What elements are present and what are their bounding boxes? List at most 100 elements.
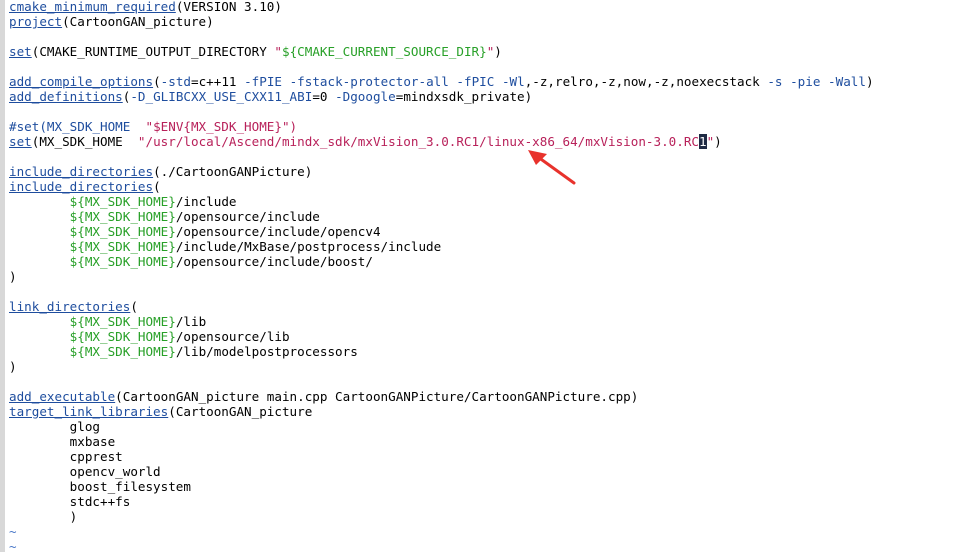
code-line[interactable]: ) [9, 509, 965, 524]
code-line[interactable]: ${MX_SDK_HOME}/opensource/include [9, 209, 965, 224]
code-line[interactable]: add_compile_options(-std=c++11 -fPIE -fs… [9, 74, 965, 89]
code-line[interactable]: opencv_world [9, 464, 965, 479]
vim-editor[interactable]: cmake_minimum_required(VERSION 3.10) proj… [0, 0, 965, 552]
code-text: /opensource/lib [175, 329, 290, 344]
code-text: boost_filesystem [9, 479, 191, 494]
code-line[interactable]: ${MX_SDK_HOME}/include/MxBase/postproces… [9, 239, 965, 254]
code-area[interactable]: cmake_minimum_required(VERSION 3.10) proj… [9, 0, 965, 552]
arrow-shaft [536, 155, 576, 185]
variable-ref: ${MX_SDK_HOME} [69, 314, 176, 329]
code-line[interactable] [9, 29, 965, 44]
code-line[interactable]: stdc++fs [9, 494, 965, 509]
code-line[interactable] [9, 104, 965, 119]
code-line[interactable]: ~ [9, 539, 965, 552]
code-line[interactable]: ${MX_SDK_HOME}/opensource/include/opencv… [9, 224, 965, 239]
code-text: (VERSION 3.10) [175, 0, 282, 14]
compile-option: -D_GLIBCXX_USE_CXX11_ABI [130, 89, 313, 104]
code-text: (CartoonGAN_picture main.cpp CartoonGANP… [115, 389, 639, 404]
code-text: =0 [312, 89, 336, 104]
string-literal: " [274, 44, 282, 59]
code-text: ( [153, 179, 161, 194]
variable-ref: ${MX_SDK_HOME} [69, 194, 176, 209]
code-line[interactable]: cmake_minimum_required(VERSION 3.10) [9, 0, 965, 14]
code-text: (CMAKE_RUNTIME_OUTPUT_DIRECTORY [31, 44, 275, 59]
code-line[interactable]: mxbase [9, 434, 965, 449]
code-text: glog [9, 419, 100, 434]
code-text: /lib [175, 314, 207, 329]
variable-ref: ${MX_SDK_HOME} [69, 254, 176, 269]
string-literal: "/usr/local/Ascend/mindx_sdk/mxVision_3.… [137, 134, 699, 149]
code-line[interactable]: boost_filesystem [9, 479, 965, 494]
compile-option: -Dgoogle [335, 89, 396, 104]
editor-gutter [0, 0, 5, 552]
compile-option: -Wall [828, 74, 866, 89]
code-line[interactable]: ${MX_SDK_HOME}/lib/modelpostprocessors [9, 344, 965, 359]
code-line[interactable]: set(CMAKE_RUNTIME_OUTPUT_DIRECTORY "${CM… [9, 44, 965, 59]
cmake-command: add_compile_options [9, 74, 154, 89]
code-line[interactable]: link_directories( [9, 299, 965, 314]
code-text: (./CartoonGANPicture) [153, 164, 313, 179]
code-line[interactable]: cpprest [9, 449, 965, 464]
code-line[interactable] [9, 59, 965, 74]
code-text: /include/MxBase/postprocess/include [175, 239, 442, 254]
code-line[interactable]: project(CartoonGAN_picture) [9, 14, 965, 29]
variable-ref: ${MX_SDK_HOME} [69, 329, 176, 344]
code-line[interactable]: #set(MX_SDK_HOME "$ENV{MX_SDK_HOME}") [9, 119, 965, 134]
code-text: cpprest [9, 449, 123, 464]
empty-line-marker: ~ [9, 539, 17, 552]
code-line[interactable]: ${MX_SDK_HOME}/opensource/lib [9, 329, 965, 344]
compile-option: -fPIC [456, 74, 495, 89]
code-line[interactable]: target_link_libraries(CartoonGAN_picture [9, 404, 965, 419]
code-line[interactable]: ~ [9, 524, 965, 539]
code-line[interactable]: add_executable(CartoonGAN_picture main.c… [9, 389, 965, 404]
compile-option: -std [160, 74, 191, 89]
code-line[interactable]: ) [9, 269, 965, 284]
variable-ref: ${MX_SDK_HOME} [69, 344, 176, 359]
code-line[interactable]: ${MX_SDK_HOME}/include [9, 194, 965, 209]
compile-option: -pie [790, 74, 821, 89]
code-text: ( [153, 74, 161, 89]
cmake-command: project [9, 14, 63, 29]
code-text: /opensource/include/opencv4 [175, 224, 381, 239]
cmake-command: include_directories [9, 179, 154, 194]
code-line[interactable]: ${MX_SDK_HOME}/opensource/include/boost/ [9, 254, 965, 269]
cmake-command: add_definitions [9, 89, 123, 104]
code-text: ) [714, 134, 722, 149]
code-line[interactable] [9, 374, 965, 389]
code-text: (CartoonGAN_picture) [62, 14, 214, 29]
code-text: /opensource/include/boost/ [175, 254, 373, 269]
string-literal: "$ENV{MX_SDK_HOME}") [145, 119, 298, 134]
code-text: ) [9, 359, 17, 374]
compile-option: -fstack-protector-all [289, 74, 449, 89]
cmake-command: target_link_libraries [9, 404, 169, 419]
code-line[interactable]: ${MX_SDK_HOME}/lib [9, 314, 965, 329]
cmake-command: include_directories [9, 164, 154, 179]
code-line[interactable]: include_directories(./CartoonGANPicture) [9, 164, 965, 179]
code-line[interactable]: add_definitions(-D_GLIBCXX_USE_CXX11_ABI… [9, 89, 965, 104]
compile-option: -fPIE [244, 74, 282, 89]
code-line[interactable]: set(MX_SDK_HOME "/usr/local/Ascend/mindx… [9, 134, 965, 149]
code-line[interactable]: ) [9, 359, 965, 374]
variable-ref: ${CMAKE_CURRENT_SOURCE_DIR} [281, 44, 487, 59]
code-text: ) [865, 74, 874, 89]
code-line[interactable] [9, 149, 965, 164]
code-line[interactable]: glog [9, 419, 965, 434]
code-text: (CartoonGAN_picture [168, 404, 313, 419]
variable-ref: ${MX_SDK_HOME} [69, 224, 176, 239]
code-line[interactable]: include_directories( [9, 179, 965, 194]
comment: #set(MX_SDK_HOME [9, 119, 146, 134]
code-text: opencv_world [9, 464, 161, 479]
code-line[interactable] [9, 284, 965, 299]
compile-option: -s [767, 74, 783, 89]
code-text: ( [130, 299, 138, 314]
